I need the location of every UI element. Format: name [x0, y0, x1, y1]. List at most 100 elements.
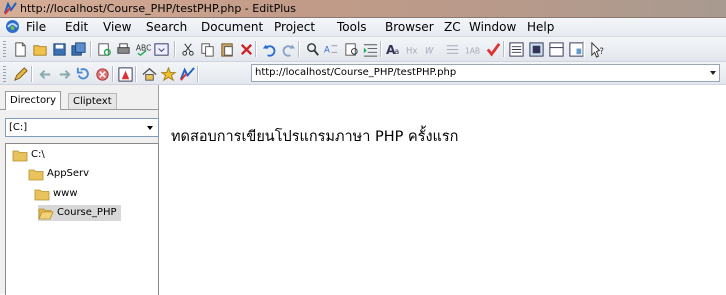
title-bar[interactable]: http://localhost/Course_PHP/testPHP.php … — [0, 0, 726, 18]
home-icon — [141, 67, 157, 81]
main-toolbar: ABC A Aa Hx W 1AB? — [0, 37, 726, 62]
menu-file[interactable]: File — [20, 18, 52, 36]
view3-button[interactable] — [547, 40, 565, 58]
svg-text:ABC: ABC — [135, 43, 150, 52]
print-preview-button[interactable] — [95, 40, 113, 58]
delete-icon — [240, 43, 252, 55]
save-all-icon — [70, 41, 86, 56]
tree-item-course-php[interactable]: Course_PHP — [38, 205, 121, 221]
tree-item-label: www — [53, 188, 78, 199]
browser-preview-button[interactable] — [152, 40, 170, 58]
forward-icon — [59, 69, 71, 79]
tab-cliptext[interactable]: Cliptext — [68, 93, 117, 109]
chevron-down-icon[interactable] — [143, 119, 158, 136]
menu-view[interactable]: View — [97, 18, 137, 36]
indent-icon — [363, 43, 377, 57]
view1-button[interactable] — [507, 40, 525, 58]
hex-button[interactable]: Hx — [404, 40, 422, 58]
save-icon — [52, 42, 66, 56]
help-button[interactable]: ? — [588, 40, 606, 58]
back-button[interactable] — [36, 65, 54, 83]
print-preview-icon — [97, 42, 111, 56]
undo-button[interactable] — [260, 40, 278, 58]
menu-bar: File Edit View Search Document Project T… — [0, 18, 726, 37]
tree-item-appserv[interactable]: AppServ — [28, 166, 89, 182]
menu-project[interactable]: Project — [268, 18, 321, 36]
svg-text:W: W — [424, 46, 433, 56]
help-icon: ? — [590, 41, 603, 58]
replace-button[interactable]: A — [322, 40, 340, 58]
browser-button[interactable] — [116, 65, 134, 83]
save-button[interactable] — [50, 40, 68, 58]
go-icon — [179, 66, 195, 81]
directory-panel: Directory Cliptext [C:] C:\ AppServ www … — [0, 85, 159, 295]
address-text: http://localhost/Course_PHP/testPHP.php — [255, 67, 457, 78]
toolbar-separator — [112, 66, 114, 82]
find-in-files-icon — [344, 42, 358, 56]
tab-directory[interactable]: Directory — [5, 91, 62, 110]
toolbar-separator — [197, 66, 199, 82]
view2-button[interactable] — [527, 40, 545, 58]
wrap-button[interactable]: W — [423, 40, 441, 58]
print-button[interactable] — [114, 40, 132, 58]
font-button[interactable]: Aa — [384, 40, 402, 58]
save-all-button[interactable] — [69, 40, 87, 58]
column-button[interactable]: 1AB — [463, 40, 481, 58]
toolbar-separator — [503, 41, 505, 57]
document-window-icon[interactable] — [5, 19, 20, 34]
menu-tools[interactable]: Tools — [331, 18, 373, 36]
find-in-files-button[interactable] — [342, 40, 360, 58]
check-button[interactable] — [484, 40, 502, 58]
favorites-button[interactable] — [159, 65, 177, 83]
replace-icon: A — [323, 44, 337, 55]
go-button[interactable] — [178, 65, 196, 83]
home-button[interactable] — [140, 65, 158, 83]
column-icon: 1AB — [464, 46, 479, 55]
view1-icon — [508, 41, 524, 57]
drive-select[interactable]: [C:] — [5, 118, 159, 137]
menu-window[interactable]: Window — [463, 18, 522, 36]
line-numbers-icon — [446, 44, 458, 54]
menu-help[interactable]: Help — [521, 18, 560, 36]
edit-pen-button[interactable] — [11, 65, 29, 83]
toolbar-grip[interactable] — [3, 41, 6, 57]
menu-document[interactable]: Document — [195, 18, 269, 36]
svg-text:Hx: Hx — [405, 46, 416, 56]
font-icon: Aa — [385, 43, 399, 57]
toolbar-grip[interactable] — [3, 66, 6, 82]
chevron-down-icon[interactable] — [710, 71, 716, 75]
toolbar-separator — [255, 41, 257, 57]
editor-area[interactable]: ทดสอบการเขียนโปรแกรมภาษา PHP ครั้งแรก — [159, 85, 726, 294]
svg-text:a: a — [394, 47, 399, 56]
copy-button[interactable] — [198, 40, 216, 58]
tree-item-label: AppServ — [47, 168, 90, 179]
tree-item-c-drive[interactable]: C:\ — [12, 147, 45, 163]
redo-button[interactable] — [279, 40, 297, 58]
editplus-app-icon — [4, 2, 17, 15]
favorites-icon — [159, 66, 177, 81]
spell-check-button[interactable]: ABC — [133, 40, 151, 58]
undo-icon — [262, 44, 275, 57]
stop-button[interactable] — [93, 65, 111, 83]
open-folder-icon — [32, 44, 47, 56]
tree-item-www[interactable]: www — [34, 186, 78, 202]
menu-search[interactable]: Search — [140, 18, 193, 36]
refresh-button[interactable] — [74, 65, 92, 83]
line-numbers-button[interactable] — [443, 40, 461, 58]
menu-edit[interactable]: Edit — [59, 18, 94, 36]
print-icon — [116, 42, 130, 54]
find-button[interactable] — [303, 40, 321, 58]
toolbar-separator — [380, 41, 382, 57]
paste-button[interactable] — [218, 40, 236, 58]
cut-button[interactable] — [179, 40, 197, 58]
new-file-button[interactable] — [11, 40, 29, 58]
redo-icon — [282, 44, 295, 57]
hex-icon: Hx — [405, 46, 416, 56]
menu-browser[interactable]: Browser — [379, 18, 440, 36]
delete-button[interactable] — [237, 40, 255, 58]
address-combobox[interactable]: http://localhost/Course_PHP/testPHP.php — [251, 64, 720, 82]
open-folder-button[interactable] — [31, 40, 49, 58]
new-file-icon — [14, 41, 26, 57]
indent-button[interactable] — [361, 40, 379, 58]
forward-button[interactable] — [55, 65, 73, 83]
